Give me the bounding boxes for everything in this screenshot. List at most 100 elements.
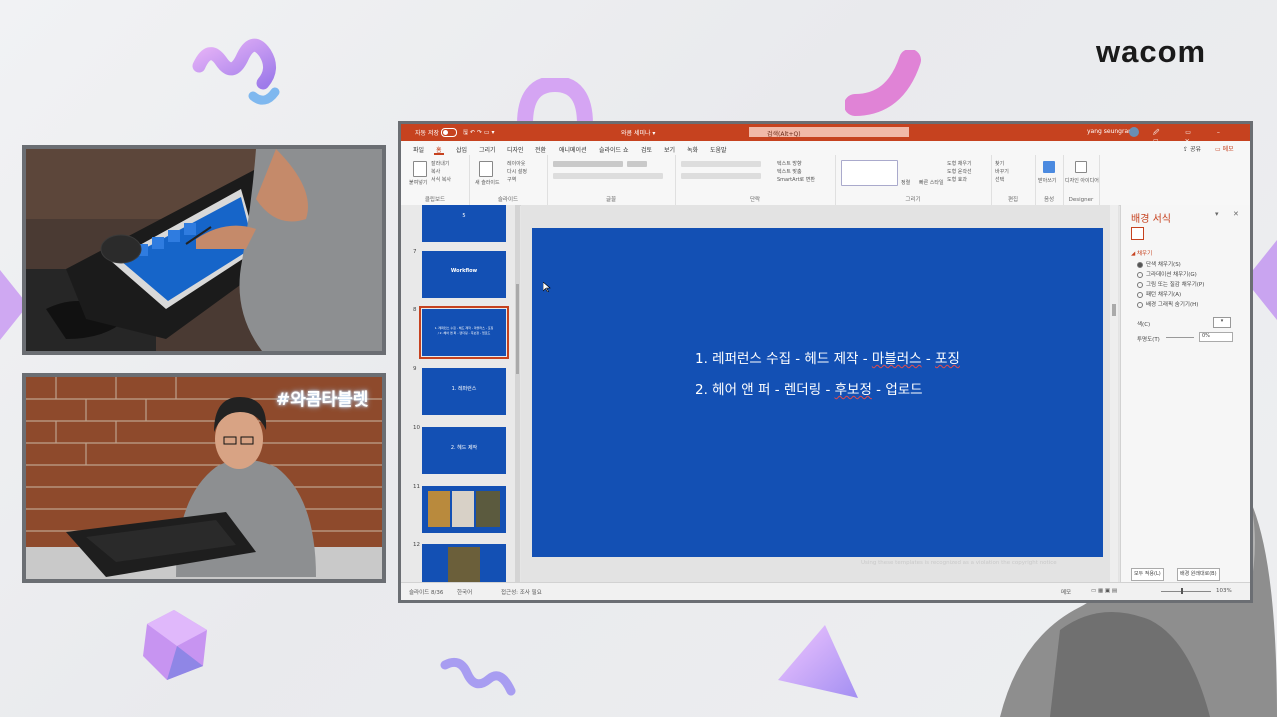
share-label: 공유 (1189, 146, 1201, 153)
avatar[interactable] (1129, 127, 1139, 137)
microphone-icon[interactable] (1043, 161, 1055, 173)
share-button[interactable]: ⇪ 공유 (1183, 144, 1201, 153)
cut-button[interactable]: 잘라내기 (431, 160, 449, 167)
tube-decoration (845, 50, 921, 116)
reset-button[interactable]: 다시 설정 (507, 168, 527, 175)
designer-icon[interactable] (1075, 161, 1087, 173)
section-button[interactable]: 구역 (507, 176, 516, 183)
chevron-down-icon[interactable]: ▾ (1215, 210, 1219, 218)
color-label: 색(C) (1137, 322, 1151, 328)
autosave-toggle[interactable] (441, 128, 457, 137)
find-button[interactable]: 찾기 (995, 160, 1004, 167)
select-button[interactable]: 선택 (995, 176, 1004, 183)
picture-fill-radio[interactable]: 그림 또는 질감 채우기(P) (1137, 280, 1204, 288)
copy-button[interactable]: 복사 (431, 168, 440, 175)
slide-line-2[interactable]: 2. 헤어 앤 퍼 - 렌더링 - 후보정 - 업로드 (695, 378, 923, 398)
zoom-slider[interactable] (1161, 591, 1211, 592)
close-icon[interactable]: ✕ (1233, 210, 1239, 218)
layout-button[interactable]: 레이아웃 (507, 160, 525, 167)
cone-decoration (778, 625, 858, 698)
shape-effects-button[interactable]: 도형 효과 (947, 176, 967, 183)
tab-draw[interactable]: 그리기 (479, 145, 496, 154)
thumbnail-text: 1. 레퍼런스 (451, 386, 477, 392)
thumbnail-scrollbar[interactable] (515, 205, 520, 582)
zoom-slider-knob[interactable] (1181, 588, 1183, 594)
new-slide-icon[interactable] (479, 161, 493, 177)
thumbnail-image (452, 491, 474, 527)
font-format-buttons[interactable] (553, 173, 663, 179)
quick-access-icons[interactable]: 🖫 ↶ ↷ ▭ ▾ (463, 128, 494, 138)
tab-review[interactable]: 검토 (641, 145, 652, 154)
hide-background-graphics-checkbox[interactable]: 배경 그래픽 숨기기(H) (1137, 300, 1198, 308)
accessibility-status[interactable]: 접근성: 조사 필요 (501, 588, 542, 596)
tab-slideshow[interactable]: 슬라이드 쇼 (599, 145, 629, 154)
tab-transitions[interactable]: 전환 (535, 145, 546, 154)
list-buttons[interactable] (681, 161, 761, 167)
comment-button[interactable]: ▭ 메모 (1215, 144, 1234, 153)
view-buttons[interactable]: ▭ ▦ ▣ ▤ (1091, 588, 1117, 594)
tab-help[interactable]: 도움말 (710, 145, 727, 154)
current-slide[interactable]: 1. 레퍼런스 수집 - 헤드 제작 - 마블러스 - 포징 2. 헤어 앤 퍼… (532, 228, 1103, 557)
user-name[interactable]: yang seungram (1087, 128, 1134, 135)
paste-label[interactable]: 붙여넣기 (409, 179, 427, 186)
font-size-box[interactable] (627, 161, 647, 167)
solid-fill-radio[interactable]: 단색 채우기(S) (1137, 260, 1181, 268)
slide-thumbnail[interactable] (422, 486, 506, 533)
new-slide-label[interactable]: 새 슬라이드 (475, 179, 500, 186)
format-painter-button[interactable]: 서식 복사 (431, 176, 451, 183)
shapes-gallery[interactable] (841, 160, 898, 186)
pattern-fill-radio[interactable]: 패턴 채우기(A) (1137, 290, 1181, 298)
slide-thumbnail[interactable]: 2. 헤드 제작 (422, 427, 506, 474)
slide-thumbnail[interactable]: 5 (422, 205, 506, 242)
canvas-scroll-handle[interactable] (1112, 304, 1116, 316)
slide-thumbnail-pane: 5 7 Workflow 8 1. 레퍼런스 수집 - 헤드 제작 - 마블러스… (401, 205, 519, 582)
color-picker-button[interactable]: ▾ (1213, 317, 1231, 328)
tab-view[interactable]: 보기 (664, 145, 675, 154)
notes-button[interactable]: 메모 (1061, 588, 1071, 596)
align-text-button[interactable]: 텍스트 맞춤 (777, 168, 802, 175)
slide-thumbnail[interactable]: 1. 레퍼런스 (422, 368, 506, 415)
shape-fill-button[interactable]: 도형 채우기 (947, 160, 972, 167)
search-placeholder: 검색(Alt+Q) (767, 131, 801, 138)
gradient-fill-radio[interactable]: 그라데이션 채우기(G) (1137, 270, 1197, 278)
transparency-slider[interactable] (1166, 337, 1194, 338)
arrange-button[interactable]: 정렬 (901, 179, 910, 186)
reset-background-button[interactable]: 배경 원래대로(B) (1177, 568, 1220, 581)
thumbnail-text: 1. 레퍼런스 수집 - 헤드 제작 - 마블러스 - 포징 / 2. 헤어 앤… (434, 326, 494, 335)
language-indicator[interactable]: 한국어 (457, 588, 472, 596)
ribbon-group-drawing: 정렬 빠른 스타일 도형 채우기 도형 윤곽선 도형 효과 그리기 (835, 155, 992, 205)
design-ideas-button[interactable]: 디자인 아이디어 (1065, 177, 1099, 184)
text-direction-button[interactable]: 텍스트 방향 (777, 160, 802, 167)
coil-decoration (192, 38, 280, 105)
paste-icon[interactable] (413, 161, 427, 177)
fill-icon[interactable] (1131, 227, 1144, 240)
shape-outline-button[interactable]: 도형 윤곽선 (947, 168, 972, 175)
tab-design[interactable]: 디자인 (507, 145, 524, 154)
tab-record[interactable]: 녹화 (687, 145, 698, 154)
group-label-editing: 편집 (1007, 197, 1019, 203)
fill-section-header[interactable]: ◢ 채우기 (1131, 249, 1152, 257)
tab-insert[interactable]: 삽입 (456, 145, 467, 154)
smartart-button[interactable]: SmartArt로 변환 (777, 176, 815, 183)
dictate-button[interactable]: 받아쓰기 (1038, 177, 1056, 184)
apply-to-all-button[interactable]: 모두 적용(L) (1131, 568, 1164, 581)
tab-animations[interactable]: 애니메이션 (559, 145, 587, 154)
zoom-level[interactable]: 103% (1216, 588, 1232, 594)
slide-thumbnail[interactable] (422, 544, 506, 582)
slide-thumbnail[interactable]: Workflow (422, 251, 506, 298)
align-buttons[interactable] (681, 173, 761, 179)
tab-file[interactable]: 파일 (413, 145, 424, 154)
document-title[interactable]: 와콤 세미나 ▾ (621, 128, 655, 137)
thumbnail-text: Workflow (450, 268, 478, 274)
thumbnail-scroll-handle[interactable] (516, 284, 519, 374)
canvas-scrollbar[interactable] (1110, 205, 1118, 582)
replace-button[interactable]: 바꾸기 (995, 168, 1009, 175)
quick-styles-button[interactable]: 빠른 스타일 (919, 179, 944, 186)
slide-line-1[interactable]: 1. 레퍼런스 수집 - 헤드 제작 - 마블러스 - 포징 (695, 347, 960, 367)
slide-thumbnail-selected[interactable]: 1. 레퍼런스 수집 - 헤드 제작 - 마블러스 - 포징 / 2. 헤어 앤… (419, 306, 509, 359)
search-box[interactable]: 검색(Alt+Q) (749, 127, 909, 138)
ribbon-group-paragraph: 텍스트 방향 텍스트 맞춤 SmartArt로 변환 단락 (675, 155, 836, 205)
transparency-input[interactable]: 0% (1199, 332, 1233, 342)
slide-number: 7 (413, 249, 417, 255)
font-name-box[interactable] (553, 161, 623, 167)
